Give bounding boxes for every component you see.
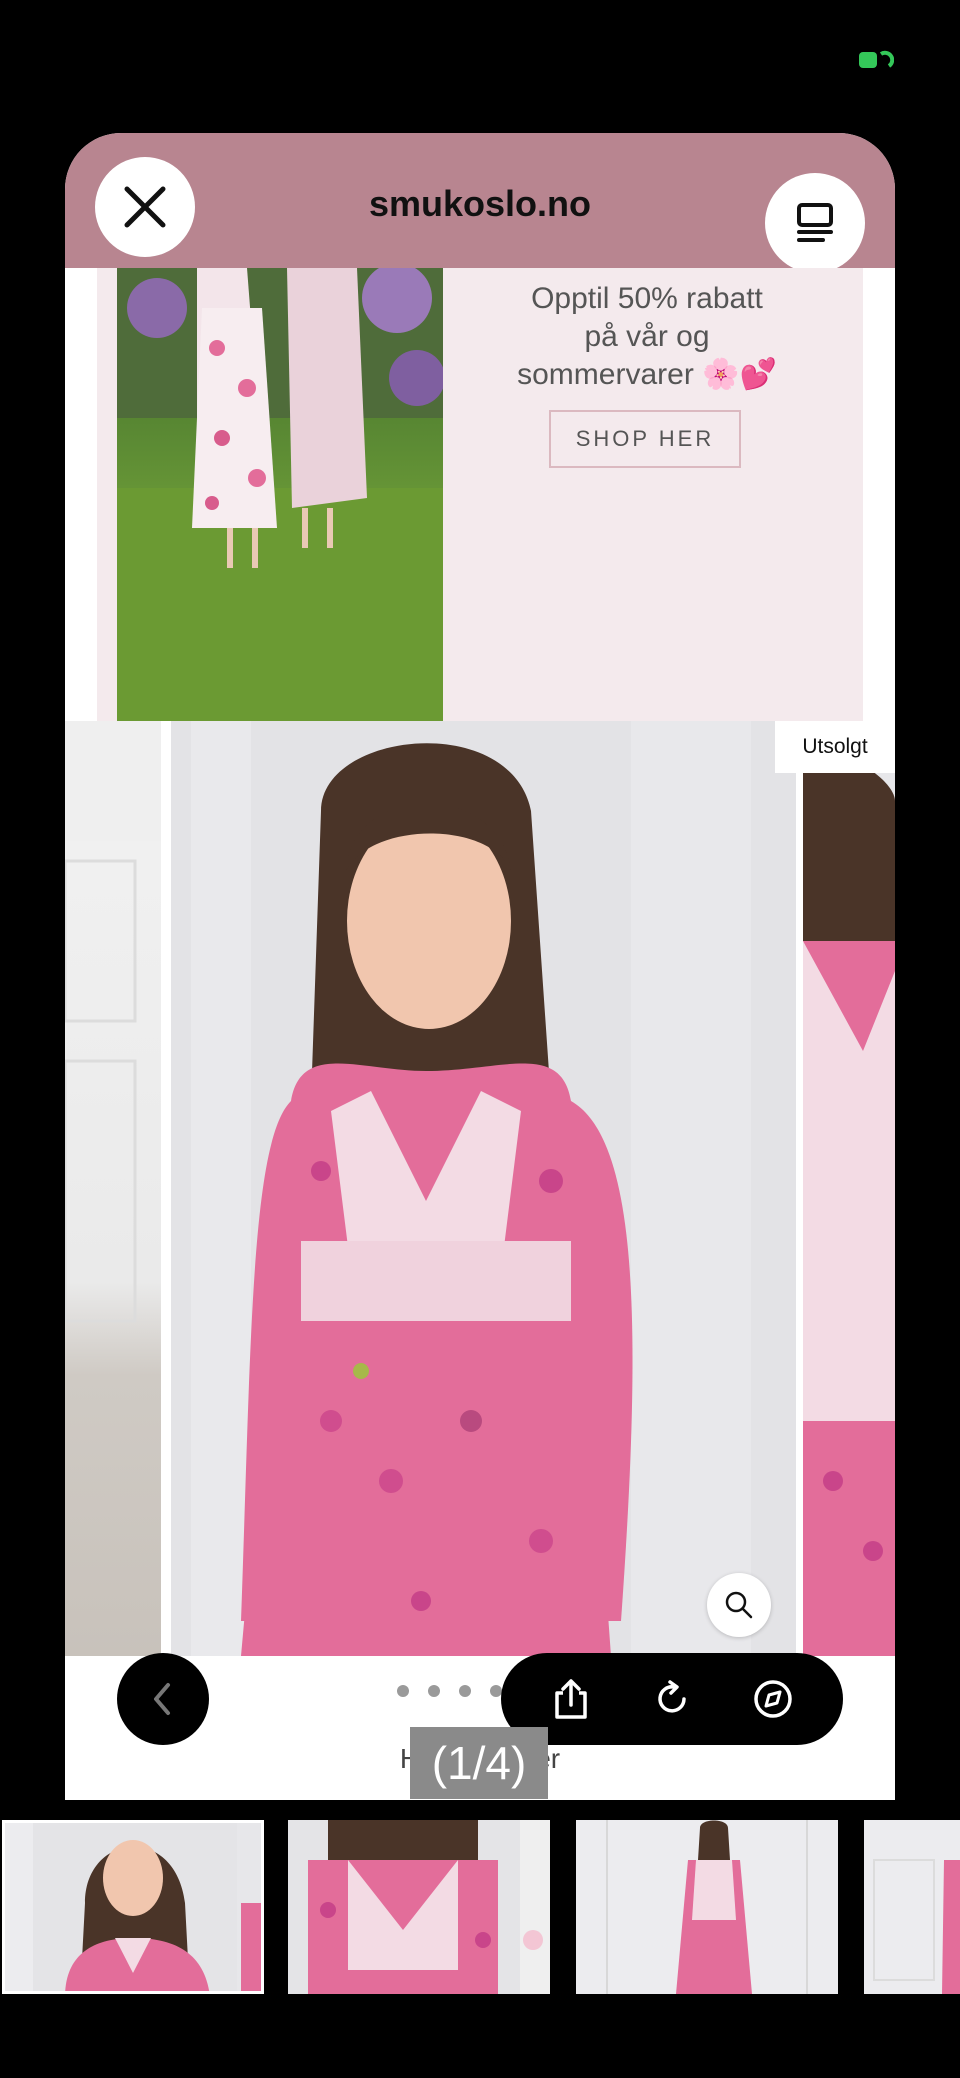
close-button[interactable] xyxy=(95,157,195,257)
promo-line-2: på vår og xyxy=(584,320,710,353)
gallery-slide-next[interactable] xyxy=(803,721,895,1656)
close-icon xyxy=(124,186,166,228)
magnifier-icon xyxy=(725,1591,753,1619)
chevron-left-icon xyxy=(154,1683,170,1715)
shop-now-button[interactable]: SHOP HER xyxy=(549,410,741,468)
promo-image xyxy=(117,268,443,721)
back-button[interactable] xyxy=(117,1653,209,1745)
site-title: smukoslo.no xyxy=(368,183,592,224)
share-icon xyxy=(555,1679,588,1719)
promo-line-1: Opptil 50% rabatt xyxy=(531,282,763,315)
pagination-dot[interactable] xyxy=(489,1685,502,1697)
promo-text: Opptil 50% rabatt på vår og sommervarer … xyxy=(497,280,797,394)
reader-mode-icon xyxy=(797,203,833,242)
compass-icon xyxy=(753,1680,792,1718)
product-gallery[interactable]: Utsolgt xyxy=(65,721,895,1656)
browser-sheet: smukoslo.no Opptil 50% rabatt på vår og … xyxy=(65,133,895,1800)
thumbnail-strip xyxy=(0,1820,960,1996)
browser-header: smukoslo.no xyxy=(65,133,895,273)
share-button[interactable] xyxy=(541,1669,601,1729)
thumbnail-4[interactable] xyxy=(864,1820,960,1994)
thumbnail-1[interactable] xyxy=(2,1820,264,1994)
product-image[interactable] xyxy=(171,721,796,1656)
reload-icon xyxy=(658,1680,686,1713)
image-counter: (1/4) xyxy=(410,1727,548,1799)
reload-button[interactable] xyxy=(642,1669,702,1729)
promo-line-3: sommervarer 🌸💕 xyxy=(517,358,777,391)
zoom-button[interactable] xyxy=(707,1573,771,1637)
thumbnail-2[interactable] xyxy=(288,1820,550,1994)
open-in-safari-button[interactable] xyxy=(743,1669,803,1729)
reader-mode-button[interactable] xyxy=(765,173,865,273)
gallery-slide-previous[interactable] xyxy=(65,721,161,1656)
pagination-dot[interactable] xyxy=(427,1685,440,1697)
pagination-dot[interactable] xyxy=(458,1685,471,1697)
browser-toolbar xyxy=(501,1653,843,1745)
thumbnail-3[interactable] xyxy=(576,1820,838,1994)
battery-charging-icon xyxy=(859,50,894,68)
pagination-dot[interactable] xyxy=(396,1685,409,1697)
promo-banner[interactable]: Opptil 50% rabatt på vår og sommervarer … xyxy=(97,268,863,721)
sold-out-badge: Utsolgt xyxy=(775,721,895,773)
